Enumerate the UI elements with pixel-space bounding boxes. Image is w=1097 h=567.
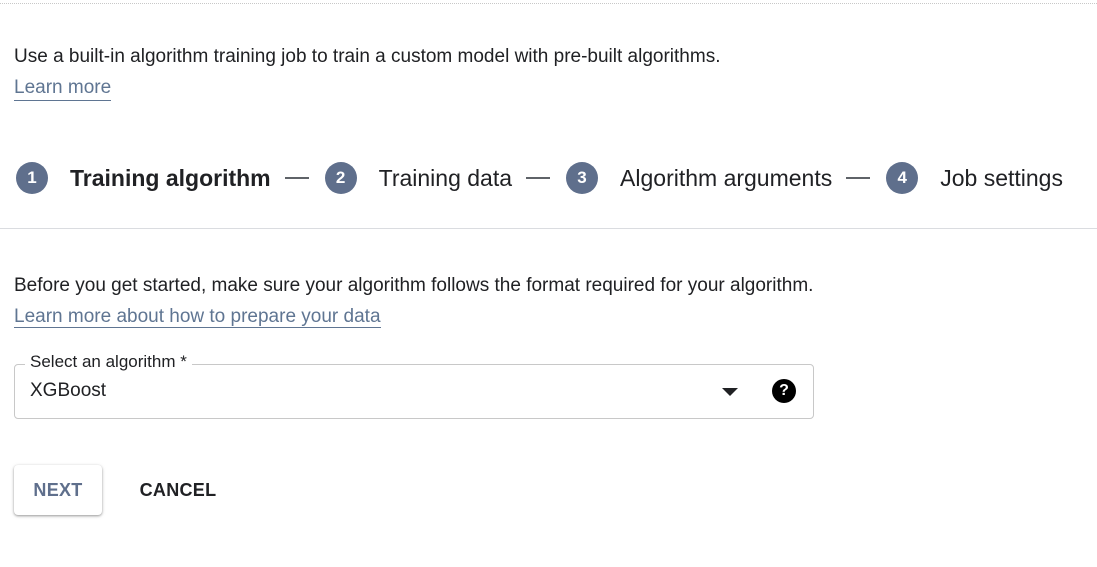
step-connector	[846, 177, 871, 179]
prep-instructions: Before you get started, make sure your a…	[14, 270, 814, 332]
step-number-badge: 4	[886, 162, 919, 194]
dropdown-arrow-icon[interactable]	[722, 388, 738, 396]
step-connector	[284, 177, 309, 179]
algorithm-select-value: XGBoost	[30, 380, 107, 401]
step-number-badge: 2	[324, 162, 357, 194]
intro-description: Use a built-in algorithm training job to…	[14, 46, 721, 67]
section-divider	[0, 228, 1097, 229]
training-job-page: Use a built-in algorithm training job to…	[0, 0, 1097, 567]
step-label: Job settings	[940, 164, 1063, 191]
algorithm-select-label: Select an algorithm *	[25, 352, 192, 372]
step-connector	[526, 177, 551, 179]
algorithm-select[interactable]: Select an algorithm * XGBoost ?	[14, 352, 814, 419]
step-number-badge: 1	[16, 162, 48, 194]
step-label: Training data	[378, 164, 513, 191]
step-job-settings[interactable]: 4 Job settings	[886, 162, 1063, 194]
prepare-data-link[interactable]: Learn more about how to prepare your dat…	[14, 306, 381, 328]
step-label: Training algorithm	[70, 164, 271, 191]
step-training-algorithm[interactable]: 1 Training algorithm	[16, 162, 271, 194]
learn-more-link[interactable]: Learn more	[14, 76, 112, 101]
help-circle-icon[interactable]: ?	[772, 379, 796, 403]
step-training-data[interactable]: 2 Training data	[324, 162, 513, 194]
cancel-button[interactable]: CANCEL	[128, 465, 228, 515]
stepper: 1 Training algorithm 2 Training data 3 A…	[16, 162, 1063, 194]
prep-text: Before you get started, make sure your a…	[14, 275, 814, 296]
step-number-badge: 3	[566, 162, 599, 194]
step-label: Algorithm arguments	[620, 164, 833, 191]
top-divider	[0, 3, 1097, 4]
next-button[interactable]: NEXT	[14, 465, 102, 515]
step-algorithm-arguments[interactable]: 3 Algorithm arguments	[566, 162, 832, 194]
